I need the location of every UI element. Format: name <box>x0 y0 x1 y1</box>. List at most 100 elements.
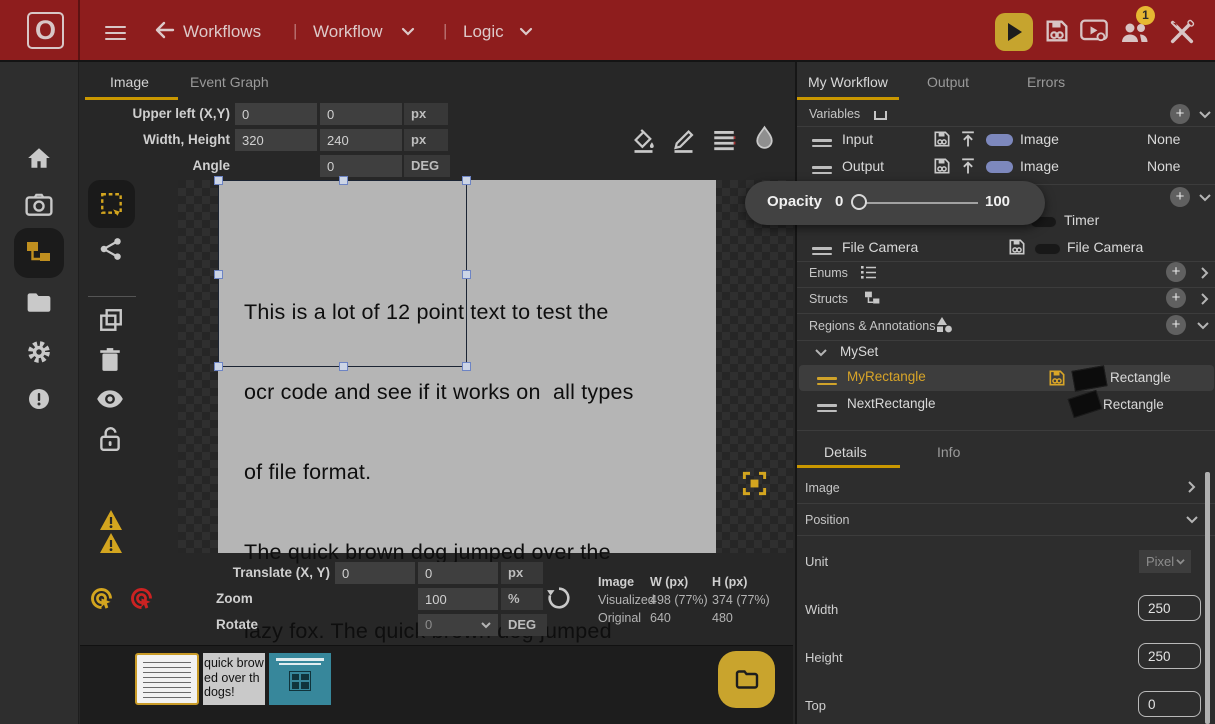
angle-input[interactable] <box>320 155 402 177</box>
workflow-nav-active-button[interactable] <box>14 228 64 278</box>
fit-region-icon[interactable] <box>741 470 768 497</box>
run-workflow-button[interactable] <box>995 13 1033 51</box>
add-region-button[interactable]: + <box>1166 315 1186 335</box>
variable-name[interactable]: Input <box>842 131 873 147</box>
tab-image[interactable]: Image <box>110 74 149 90</box>
open-folder-button[interactable] <box>718 651 775 708</box>
drag-handle-icon[interactable] <box>812 244 832 258</box>
canvas-viewport[interactable]: This is a lot of 12 point text to test t… <box>178 180 793 553</box>
menu-icon[interactable] <box>105 22 126 44</box>
workflow-chevron-down-icon[interactable] <box>400 26 416 38</box>
type-pill-image[interactable] <box>986 161 1013 173</box>
tools-icon[interactable] <box>1168 18 1196 46</box>
trash-icon[interactable] <box>98 347 126 375</box>
back-arrow-icon[interactable] <box>153 18 177 42</box>
zoom-input[interactable] <box>418 588 498 610</box>
structs-expand-icon[interactable] <box>1200 292 1210 306</box>
image-section[interactable]: Image <box>805 481 840 495</box>
click-tool-red-icon[interactable] <box>128 585 155 612</box>
camera-icon[interactable] <box>25 193 53 217</box>
tab-details[interactable]: Details <box>824 444 867 460</box>
tab-info[interactable]: Info <box>937 444 960 460</box>
region-name[interactable]: MyRectangle <box>847 369 926 384</box>
roi-handle[interactable] <box>214 362 223 371</box>
add-enum-button[interactable]: + <box>1166 262 1186 282</box>
rotate-select[interactable]: 0 <box>418 614 498 636</box>
users-icon[interactable] <box>1119 22 1151 44</box>
upper-left-y-input[interactable] <box>320 103 402 125</box>
drag-handle-icon[interactable] <box>817 374 837 388</box>
line-style-icon[interactable] <box>711 127 737 153</box>
variable-name[interactable]: Output <box>842 158 884 174</box>
workflow-dropdown[interactable]: Workflow <box>313 22 383 42</box>
region-width-input[interactable] <box>1138 595 1201 621</box>
logic-chevron-down-icon[interactable] <box>518 26 534 38</box>
save-link-icon[interactable] <box>1047 368 1067 388</box>
roi-handle[interactable] <box>339 176 348 185</box>
reset-view-icon[interactable] <box>545 584 573 612</box>
tab-my-workflow[interactable]: My Workflow <box>808 74 888 90</box>
device-name[interactable]: File Camera <box>842 239 918 255</box>
roi-handle[interactable] <box>462 270 471 279</box>
region-set-name[interactable]: MySet <box>840 344 878 359</box>
notification-badge[interactable]: 1 <box>1136 6 1155 25</box>
save-link-icon[interactable] <box>932 129 952 149</box>
thumbnail-dogs[interactable]: quick brow ed over th dogs! <box>203 653 265 705</box>
save-link-icon[interactable] <box>1007 237 1027 257</box>
translate-x-input[interactable] <box>335 562 415 584</box>
details-scrollbar[interactable] <box>1205 472 1210 724</box>
drag-handle-icon[interactable] <box>812 136 832 150</box>
roi-handle[interactable] <box>214 176 223 185</box>
upper-left-x-input[interactable] <box>235 103 317 125</box>
add-variable-button[interactable]: + <box>1170 104 1190 124</box>
save-link-icon[interactable] <box>1043 17 1071 45</box>
enums-expand-icon[interactable] <box>1200 266 1210 280</box>
app-logo[interactable]: O <box>27 12 64 49</box>
share-nodes-icon[interactable] <box>98 236 126 264</box>
myset-collapse-icon[interactable] <box>814 348 828 358</box>
region-height-input[interactable] <box>1138 643 1201 669</box>
click-tool-yellow-icon[interactable] <box>88 585 115 612</box>
roi-selection-rectangle[interactable] <box>218 180 467 367</box>
unit-select-disabled[interactable]: Pixel <box>1139 550 1191 573</box>
variables-collapse-icon[interactable] <box>1198 110 1212 120</box>
unlock-icon[interactable] <box>98 426 126 454</box>
folder-icon[interactable] <box>26 291 52 313</box>
drag-handle-icon[interactable] <box>817 401 837 415</box>
roi-handle[interactable] <box>462 362 471 371</box>
type-pill-image[interactable] <box>986 134 1013 146</box>
roi-handle[interactable] <box>462 176 471 185</box>
breadcrumb-workflows[interactable]: Workflows <box>183 22 261 42</box>
tab-errors[interactable]: Errors <box>1027 74 1065 90</box>
thumbnail-teal-chart[interactable] <box>269 653 331 705</box>
duplicate-icon[interactable] <box>98 307 126 335</box>
add-struct-button[interactable]: + <box>1166 288 1186 308</box>
regions-collapse-icon[interactable] <box>1196 321 1210 331</box>
warning-icon[interactable] <box>99 532 123 554</box>
tab-event-graph[interactable]: Event Graph <box>190 74 269 90</box>
thumbnail-ocr-selected[interactable] <box>135 653 199 705</box>
pencil-icon[interactable] <box>670 126 697 154</box>
export-up-icon[interactable] <box>958 129 978 149</box>
height-input[interactable] <box>320 129 402 151</box>
export-up-icon[interactable] <box>958 156 978 176</box>
opacity-drop-icon[interactable] <box>751 125 778 154</box>
save-link-icon[interactable] <box>932 156 952 176</box>
logic-dropdown[interactable]: Logic <box>463 22 504 42</box>
position-section[interactable]: Position <box>805 513 849 527</box>
add-device-button[interactable]: + <box>1170 187 1190 207</box>
region-top-input[interactable] <box>1138 691 1201 717</box>
alert-icon[interactable] <box>27 387 51 411</box>
region-name[interactable]: NextRectangle <box>847 396 936 411</box>
tab-output[interactable]: Output <box>927 74 969 90</box>
screen-settings-icon[interactable] <box>1079 18 1109 44</box>
fill-bucket-icon[interactable] <box>630 126 657 154</box>
image-expand-icon[interactable] <box>1187 480 1197 494</box>
opacity-slider-track[interactable] <box>866 202 978 204</box>
warning-icon[interactable] <box>99 509 123 531</box>
drag-handle-icon[interactable] <box>812 163 832 177</box>
width-input[interactable] <box>235 129 317 151</box>
roi-handle[interactable] <box>339 362 348 371</box>
translate-y-input[interactable] <box>418 562 498 584</box>
file-camera-toggle[interactable] <box>1034 243 1061 255</box>
